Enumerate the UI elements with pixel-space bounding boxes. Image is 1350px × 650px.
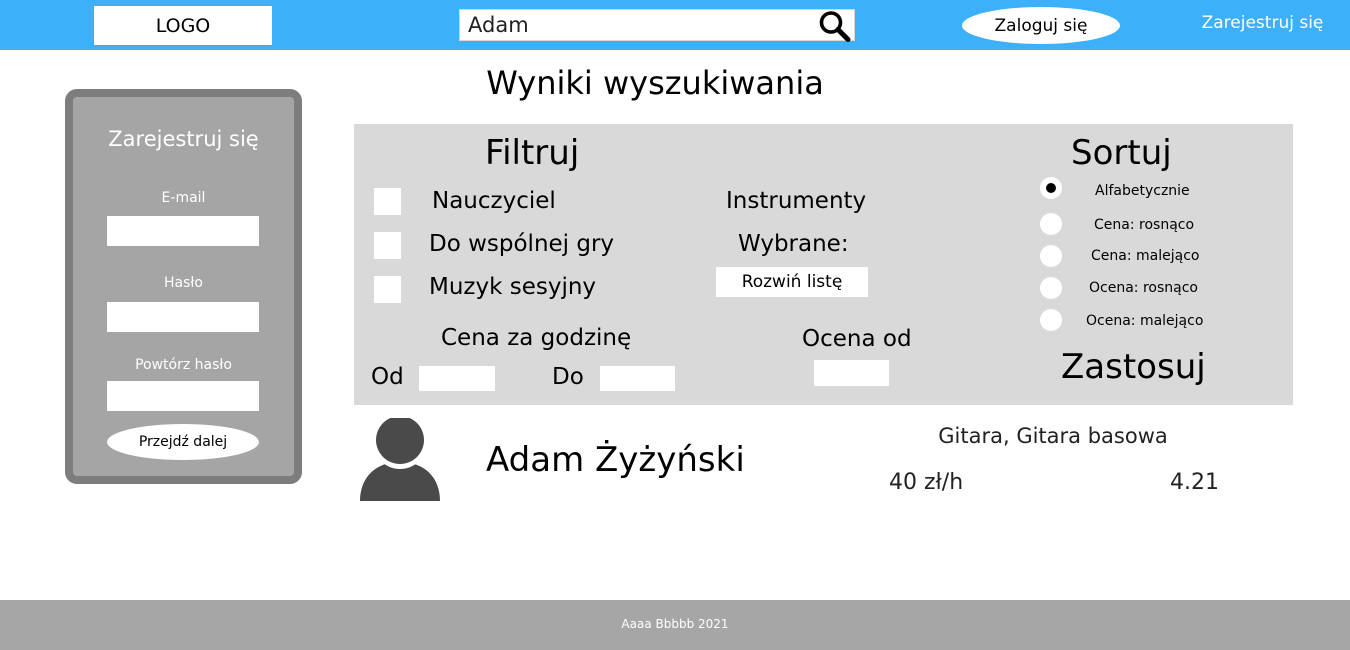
checkbox-jam[interactable] (374, 232, 401, 259)
sort-option-label: Cena: rosnąco (1094, 217, 1195, 233)
login-button[interactable]: Zaloguj się (962, 7, 1120, 44)
rating-from-input[interactable] (814, 360, 889, 386)
checkbox-session-label: Muzyk sesyjny (429, 274, 597, 300)
password-label: Hasło (164, 275, 203, 291)
sort-option-label: Ocena: malejąco (1086, 313, 1204, 329)
result-price: 40 zł/h (889, 470, 964, 495)
rating-label: Ocena od (802, 326, 912, 352)
filter-title: Filtruj (485, 133, 580, 173)
repeat-password-field[interactable] (107, 381, 259, 411)
sort-title: Sortuj (1071, 133, 1172, 173)
email-field[interactable] (107, 216, 259, 246)
filter-panel: Filtruj Nauczyciel Do wspólnej gry Muzyk… (354, 124, 1293, 405)
search-icon[interactable] (818, 10, 852, 42)
sort-option-label: Cena: malejąco (1091, 248, 1200, 264)
checkbox-teacher-label: Nauczyciel (432, 188, 556, 214)
avatar-icon[interactable] (360, 418, 440, 501)
footer-text: Aaaa Bbbbb 2021 (621, 617, 729, 631)
search-input[interactable] (460, 10, 820, 40)
sort-option-label: Alfabetycznie (1095, 183, 1190, 199)
instruments-label: Instrumenty (726, 188, 867, 214)
repeat-password-label: Powtórz hasło (135, 357, 232, 373)
sort-option-label: Ocena: rosnąco (1089, 280, 1198, 296)
apply-button[interactable]: Zastosuj (1061, 347, 1206, 387)
price-to-label: Do (552, 364, 584, 390)
result-instruments: Gitara, Gitara basowa (938, 424, 1168, 448)
email-label: E-mail (161, 190, 206, 206)
footer: Aaaa Bbbbb 2021 (0, 600, 1350, 650)
checkbox-teacher[interactable] (374, 188, 401, 215)
sort-radio-rating-desc[interactable] (1040, 309, 1062, 331)
register-link[interactable]: Zarejestruj się (1180, 13, 1345, 33)
continue-button[interactable]: Przejdź dalej (107, 424, 259, 460)
price-from-input[interactable] (419, 366, 495, 391)
price-from-label: Od (371, 364, 404, 390)
sort-radio-rating-asc[interactable] (1040, 277, 1062, 299)
top-bar: LOGO Zaloguj się Zarejestruj się (0, 0, 1350, 50)
result-rating: 4.21 (1170, 470, 1219, 495)
sort-radio-alphabetical[interactable] (1040, 177, 1062, 199)
checkbox-jam-label: Do wspólnej gry (429, 231, 615, 257)
logo[interactable]: LOGO (94, 6, 272, 45)
selected-label: Wybrane: (738, 231, 849, 257)
instruments-dropdown[interactable]: Rozwiń listę (716, 267, 868, 297)
sort-radio-price-asc[interactable] (1040, 213, 1062, 235)
register-panel-title: Zarejestruj się (108, 127, 259, 151)
result-name[interactable]: Adam Żyżyński (486, 440, 745, 480)
sort-radio-price-desc[interactable] (1040, 245, 1062, 267)
price-to-input[interactable] (600, 366, 675, 391)
price-label: Cena za godzinę (441, 325, 632, 351)
checkbox-session[interactable] (374, 276, 401, 303)
register-panel: Zarejestruj się E-mail Hasło Powtórz has… (65, 89, 302, 484)
search-box (459, 9, 855, 42)
password-field[interactable] (107, 302, 259, 332)
page-title: Wyniki wyszukiwania (486, 64, 824, 102)
